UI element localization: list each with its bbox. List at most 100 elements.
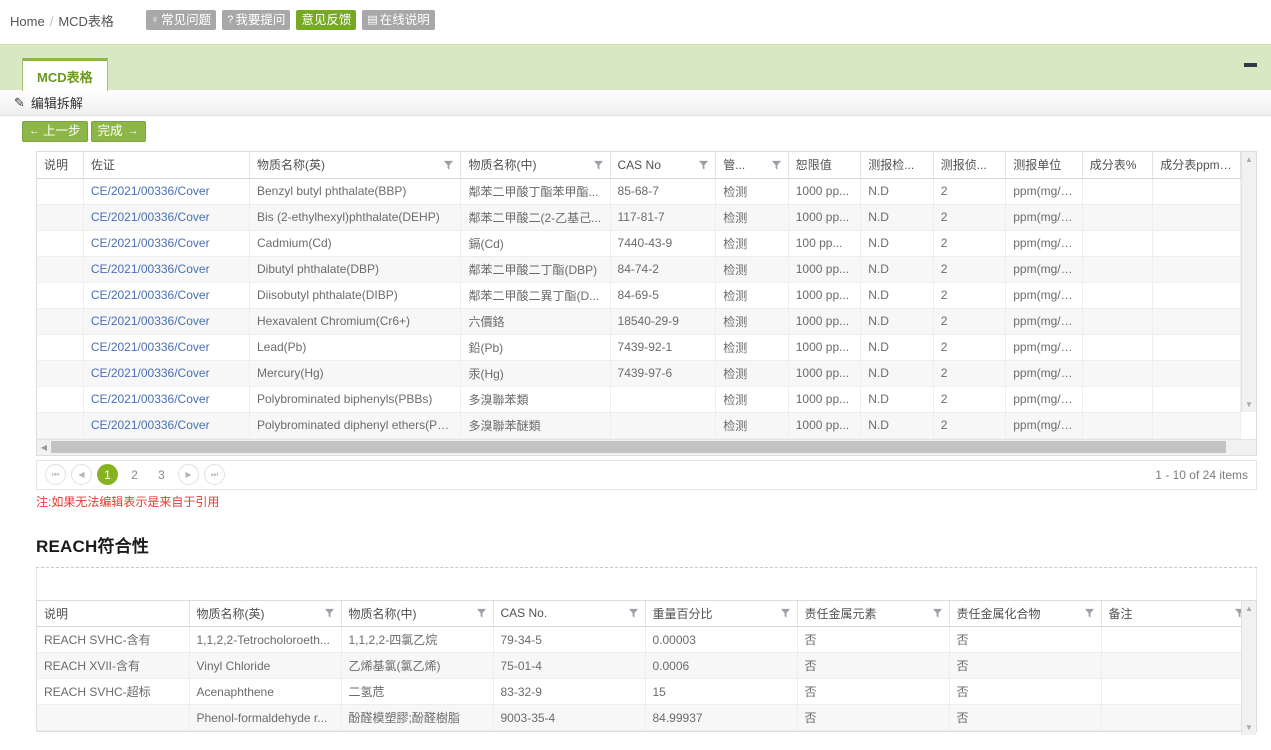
mcd-cell-9-3[interactable]: 多溴聯苯醚類 [460,412,611,439]
minus-icon[interactable] [1242,57,1258,73]
reach-filter-icon-5[interactable] [932,608,943,619]
mcd-cell-2-2[interactable]: Cadmium(Cd) [249,230,462,257]
mcd-cell-0-2[interactable]: Benzyl butyl phthalate(BBP) [249,178,462,205]
mcd-cell-0-11[interactable] [1152,178,1241,205]
mcd-col-header-9[interactable]: 测报单位 [1005,152,1083,179]
mcd-cell-2-3[interactable]: 鎘(Cd) [460,230,611,257]
mcd-cell-6-7[interactable]: N.D [860,334,934,361]
reach-cell-3-5[interactable]: 否 [797,704,950,731]
mcd-cell-6-8[interactable]: 2 [933,334,1007,361]
mcd-cell-9-1[interactable]: CE/2021/00336/Cover [83,412,250,439]
mcd-cell-0-9[interactable]: ppm(mg/kg) [1005,178,1083,205]
mcd-cell-4-2[interactable]: Diisobutyl phthalate(DIBP) [249,282,462,309]
mcd-cell-1-11[interactable] [1152,204,1241,231]
mcd-evidence-link[interactable]: CE/2021/00336/Cover [91,288,210,302]
mcd-cell-6-0[interactable] [37,334,84,361]
mcd-cell-8-3[interactable]: 多溴聯苯類 [460,386,611,413]
table-row[interactable]: CE/2021/00336/Cover Benzyl butyl phthalat… [37,178,1241,205]
mcd-cell-6-6[interactable]: 1000 pp... [788,334,862,361]
mcd-cell-5-4[interactable]: 18540-29-9 [610,308,717,335]
reach-cell-1-1[interactable]: Vinyl Chloride [189,652,342,679]
first-page-icon[interactable]: ⏮ [45,464,66,485]
reach-cell-2-4[interactable]: 15 [645,678,798,705]
mcd-evidence-link[interactable]: CE/2021/00336/Cover [91,340,210,354]
mcd-cell-7-0[interactable] [37,360,84,387]
reach-vertical-scrollbar[interactable]: ▲ ▼ [1241,600,1256,735]
reach-cell-2-1[interactable]: Acenaphthene [189,678,342,705]
reach-col-header-6[interactable]: 责任金属化合物 [949,600,1102,627]
reach-filter-icon-3[interactable] [628,608,639,619]
mcd-cell-7-1[interactable]: CE/2021/00336/Cover [83,360,250,387]
mcd-cell-4-4[interactable]: 84-69-5 [610,282,717,309]
reach-filter-icon-1[interactable] [324,608,335,619]
mcd-cell-3-9[interactable]: ppm(mg/kg) [1005,256,1083,283]
mcd-cell-7-10[interactable] [1082,360,1154,387]
mcd-cell-1-8[interactable]: 2 [933,204,1007,231]
mcd-evidence-link[interactable]: CE/2021/00336/Cover [91,314,210,328]
reach-cell-3-1[interactable]: Phenol-formaldehyde r... [189,704,342,731]
breadcrumb-home[interactable]: Home [10,14,45,29]
mcd-cell-8-1[interactable]: CE/2021/00336/Cover [83,386,250,413]
reach-cell-1-5[interactable]: 否 [797,652,950,679]
mcd-cell-2-10[interactable] [1082,230,1154,257]
mcd-cell-2-5[interactable]: 检测 [715,230,789,257]
mcd-evidence-link[interactable]: CE/2021/00336/Cover [91,184,210,198]
mcd-col-header-2[interactable]: 物质名称(英) [249,152,462,179]
mcd-cell-1-0[interactable] [37,204,84,231]
mcd-cell-9-8[interactable]: 2 [933,412,1007,439]
mcd-cell-6-11[interactable] [1152,334,1241,361]
reach-cell-1-4[interactable]: 0.0006 [645,652,798,679]
page-number-2[interactable]: 2 [124,464,145,485]
mcd-cell-6-1[interactable]: CE/2021/00336/Cover [83,334,250,361]
reach-col-header-0[interactable]: 说明 [37,600,190,627]
mcd-col-header-0[interactable]: 说明 [37,152,84,179]
mcd-col-header-4[interactable]: CAS No [610,152,717,179]
mcd-cell-5-0[interactable] [37,308,84,335]
mcd-cell-3-0[interactable] [37,256,84,283]
mcd-cell-4-10[interactable] [1082,282,1154,309]
reach-cell-1-3[interactable]: 75-01-4 [493,652,646,679]
reach-filter-icon-2[interactable] [476,608,487,619]
reach-cell-2-3[interactable]: 83-32-9 [493,678,646,705]
feedback-button[interactable]: 意见反馈 [296,10,357,30]
reach-cell-3-3[interactable]: 9003-35-4 [493,704,646,731]
mcd-col-header-3[interactable]: 物质名称(中) [460,152,611,179]
mcd-col-header-6[interactable]: 恕限值 [788,152,862,179]
mcd-cell-6-4[interactable]: 7439-92-1 [610,334,717,361]
mcd-cell-4-5[interactable]: 检测 [715,282,789,309]
online-help-button[interactable]: ▤ 在线说明 [362,10,435,30]
mcd-cell-5-7[interactable]: N.D [860,308,934,335]
mcd-cell-9-11[interactable] [1152,412,1241,439]
reach-cell-3-6[interactable]: 否 [949,704,1102,731]
mcd-evidence-link[interactable]: CE/2021/00336/Cover [91,392,210,406]
reach-cell-0-1[interactable]: 1,1,2,2-Tetrocholoroeth... [189,626,342,653]
prev-page-icon[interactable]: ◀ [71,464,92,485]
mcd-cell-8-5[interactable]: 检测 [715,386,789,413]
mcd-cell-0-7[interactable]: N.D [860,178,934,205]
mcd-cell-8-2[interactable]: Polybrominated biphenyls(PBBs) [249,386,462,413]
mcd-cell-5-3[interactable]: 六價鉻 [460,308,611,335]
mcd-col-header-8[interactable]: 测报侦... [933,152,1007,179]
mcd-cell-2-11[interactable] [1152,230,1241,257]
prev-step-button[interactable]: ← 上一步 [22,121,88,142]
mcd-cell-7-3[interactable]: 汞(Hg) [460,360,611,387]
table-row[interactable]: CE/2021/00336/Cover Polybrominated biphen… [37,386,1241,413]
mcd-cell-9-7[interactable]: N.D [860,412,934,439]
reach-cell-2-5[interactable]: 否 [797,678,950,705]
mcd-cell-9-0[interactable] [37,412,84,439]
scroll-down-arrow-icon[interactable]: ▼ [1242,397,1256,412]
mcd-cell-0-0[interactable] [37,178,84,205]
scroll-left-arrow-icon[interactable]: ◀ [37,443,51,452]
mcd-cell-4-6[interactable]: 1000 pp... [788,282,862,309]
mcd-cell-2-4[interactable]: 7440-43-9 [610,230,717,257]
mcd-cell-4-7[interactable]: N.D [860,282,934,309]
table-row[interactable]: CE/2021/00336/Cover Lead(Pb) 鉛(Pb) 7439-92-… [37,334,1241,361]
mcd-evidence-link[interactable]: CE/2021/00336/Cover [91,262,210,276]
mcd-col-header-7[interactable]: 测报检... [860,152,934,179]
mcd-cell-7-11[interactable] [1152,360,1241,387]
mcd-cell-7-4[interactable]: 7439-97-6 [610,360,717,387]
mcd-cell-1-4[interactable]: 117-81-7 [610,204,717,231]
mcd-col-header-1[interactable]: 佐证 [83,152,250,179]
mcd-cell-7-8[interactable]: 2 [933,360,1007,387]
page-number-3[interactable]: 3 [151,464,172,485]
